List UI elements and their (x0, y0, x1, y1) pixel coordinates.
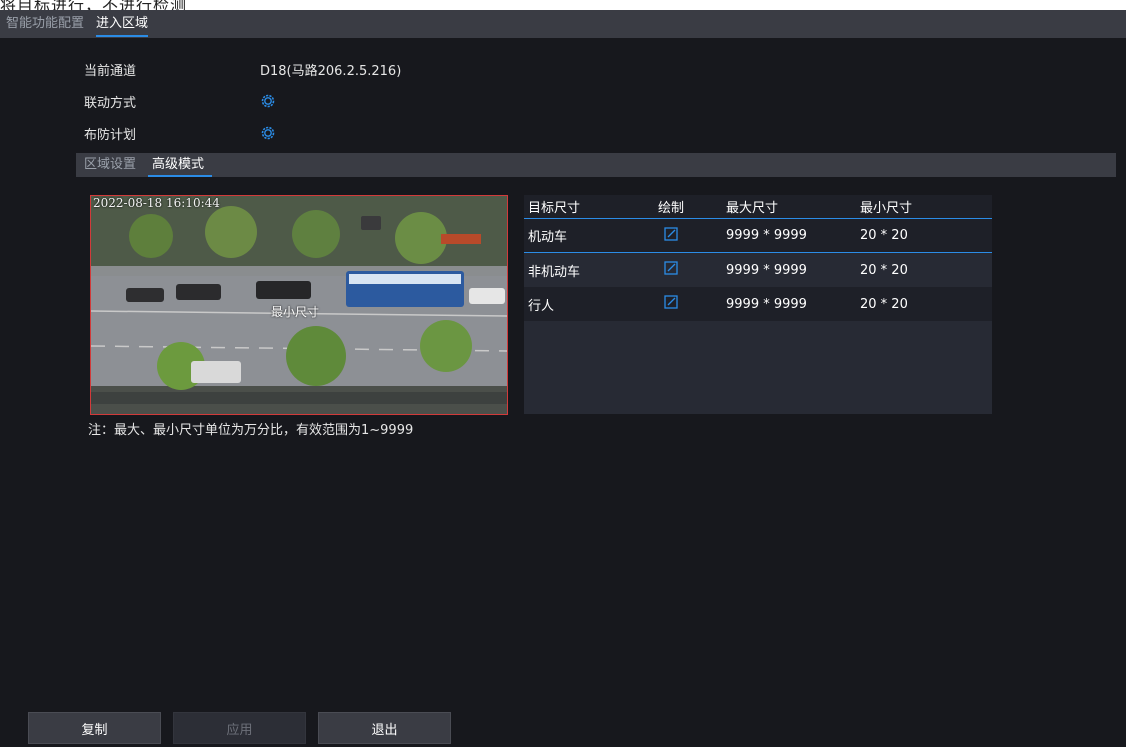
row-target: 非机动车 (528, 264, 581, 280)
row-target: 行人 (528, 298, 555, 314)
channel-value: D18(马路206.2.5.216) (260, 63, 402, 79)
tab-area-settings[interactable]: 区域设置 (76, 153, 144, 177)
table-row[interactable]: 机动车 9999 * 9999 20 * 20 (524, 219, 992, 253)
edit-icon[interactable] (664, 295, 678, 309)
schedule-row: 布防计划 (84, 122, 276, 144)
header-max-size: 最大尺寸 (726, 201, 779, 216)
tab-smart-config[interactable]: 智能功能配置 (0, 10, 90, 38)
bottom-button-bar: 复制 应用 退出 (28, 712, 463, 744)
row-min: 20 * 20 (860, 296, 908, 312)
video-preview[interactable]: 2022-08-18 16:10:44 最小尺寸 (90, 195, 508, 415)
tab-advanced-mode[interactable]: 高级模式 (144, 153, 213, 177)
row-target: 机动车 (528, 230, 568, 245)
header-min-size: 最小尺寸 (860, 201, 913, 216)
row-draw-cell (658, 226, 726, 245)
row-min: 20 * 20 (860, 262, 908, 278)
zone-label: 最小尺寸 (271, 305, 320, 319)
schedule-label: 布防计划 (84, 127, 137, 143)
exit-button[interactable]: 退出 (318, 712, 451, 744)
size-note: 注：最大、最小尺寸单位为万分比，有效范围为1~9999 (88, 423, 414, 438)
row-max: 9999 * 9999 (726, 228, 807, 243)
top-tab-bar: 智能功能配置 进入区域 (0, 10, 1126, 38)
header-target-size: 目标尺寸 (528, 201, 581, 216)
copy-button[interactable]: 复制 (28, 712, 161, 744)
gear-icon[interactable] (260, 93, 276, 109)
row-max: 9999 * 9999 (726, 262, 807, 278)
edit-icon[interactable] (664, 261, 678, 275)
row-draw-cell (658, 295, 726, 313)
table-row[interactable]: 行人 9999 * 9999 20 * 20 (524, 287, 992, 321)
smart-config-screen: 智能功能配置 进入区域 当前通道 D18(马路206.2.5.216) 联动方式… (0, 10, 1126, 747)
channel-row: 当前通道 D18(马路206.2.5.216) (84, 58, 401, 80)
sub-tab-bar: 区域设置 高级模式 (76, 153, 1116, 177)
gear-icon[interactable] (260, 125, 276, 141)
channel-label: 当前通道 (84, 63, 137, 79)
video-timestamp: 2022-08-18 16:10:44 (93, 196, 220, 210)
apply-button[interactable]: 应用 (173, 712, 306, 744)
table-row[interactable]: 非机动车 9999 * 9999 20 * 20 (524, 253, 992, 287)
table-header: 目标尺寸 绘制 最大尺寸 最小尺寸 (524, 195, 992, 219)
page-caption: 将目标进行，不进行检测 (0, 0, 188, 15)
row-max: 9999 * 9999 (726, 296, 807, 312)
linkage-label: 联动方式 (84, 95, 137, 111)
linkage-row: 联动方式 (84, 90, 276, 112)
size-table: 目标尺寸 绘制 最大尺寸 最小尺寸 机动车 9999 * 9999 20 * 2… (524, 195, 992, 414)
row-draw-cell (658, 261, 726, 279)
row-min: 20 * 20 (860, 228, 908, 243)
edit-icon[interactable] (664, 226, 678, 241)
tab-enter-area[interactable]: 进入区域 (90, 10, 154, 38)
header-draw: 绘制 (658, 201, 685, 216)
